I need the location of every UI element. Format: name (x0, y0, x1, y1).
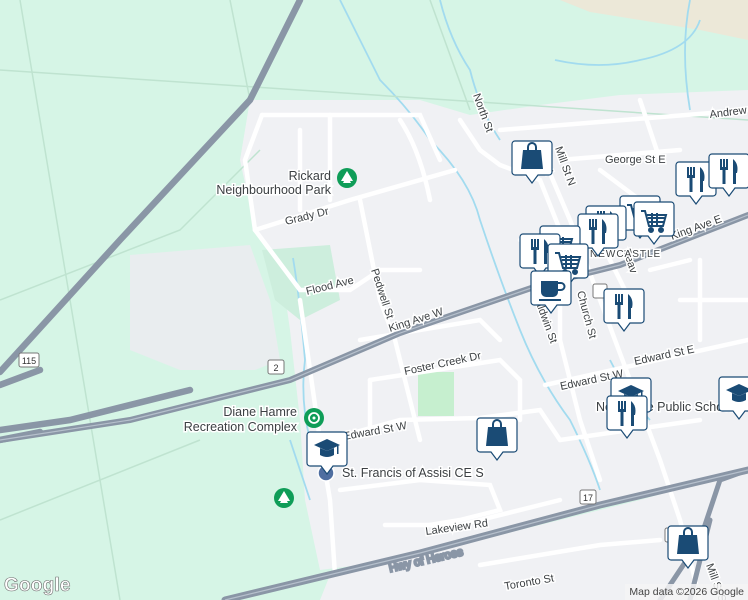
map-attribution[interactable]: Map data ©2026 Google (625, 584, 748, 600)
park-tree-marker[interactable] (274, 488, 294, 508)
road-label-george-st-e: George St E (605, 154, 666, 166)
shield-115-label: 115 (22, 356, 36, 366)
shield-115: 115 (18, 352, 40, 368)
recreation-complex-marker[interactable] (304, 408, 324, 428)
diane-hamre-label-line1: Diane Hamre (223, 405, 297, 419)
st-francis-label: St. Francis of Assisi CE S (342, 466, 484, 480)
rickard-park-label-line1: Rickard (289, 169, 331, 183)
sports-field (418, 372, 454, 416)
shield-2: 2 (267, 359, 285, 375)
diane-hamre-label-line2: Recreation Complex (184, 420, 298, 434)
shield-17-center-label: 17 (583, 493, 593, 503)
rickard-park-label-line2: Neighbourhood Park (216, 183, 331, 197)
shield-17-center: 17 (579, 489, 597, 505)
google-logo: Google (4, 575, 71, 597)
rickard-park-marker[interactable] (337, 168, 357, 188)
shield-2-label: 2 (273, 363, 278, 373)
map-canvas[interactable]: 115 2 17 17 North St Rd Mill St N George… (0, 0, 748, 600)
